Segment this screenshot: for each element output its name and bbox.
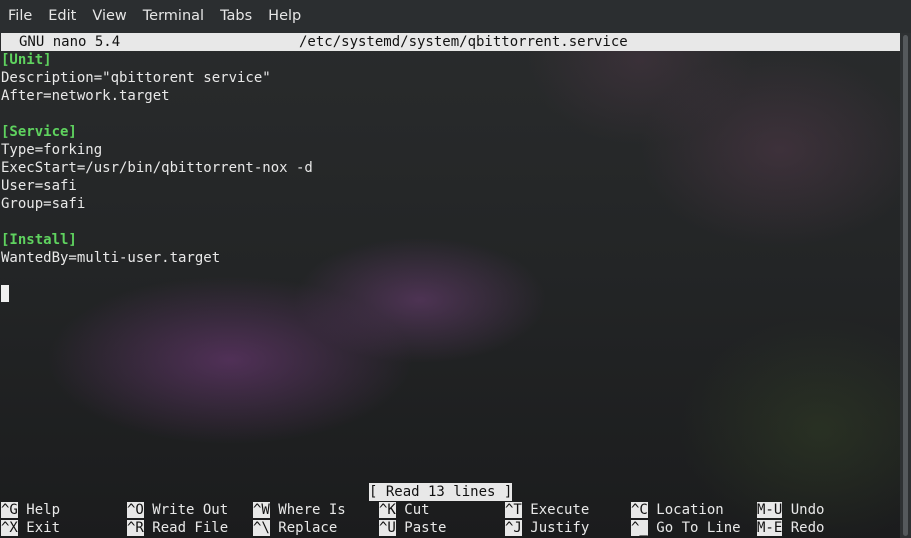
shortcut-key: ^\ bbox=[253, 520, 270, 536]
shortcut-label: Where Is bbox=[269, 502, 346, 518]
shortcut-key: ^U bbox=[379, 520, 396, 536]
menu-file[interactable]: File bbox=[0, 0, 40, 33]
shortcut-item[interactable]: ^X Exit bbox=[1, 519, 60, 537]
shortcut-item[interactable]: ^R Read File bbox=[127, 519, 228, 537]
shortcut-key: ^J bbox=[505, 520, 522, 536]
menu-terminal[interactable]: Terminal bbox=[135, 0, 212, 33]
shortcut-item[interactable]: ^U Paste bbox=[379, 519, 446, 537]
shortcut-label: Read File bbox=[143, 520, 229, 536]
text-cursor bbox=[1, 285, 9, 302]
shortcut-key: M-U bbox=[757, 502, 783, 518]
menubar: File Edit View Terminal Tabs Help bbox=[0, 0, 911, 33]
shortcut-key: ^X bbox=[1, 520, 18, 536]
menu-edit[interactable]: Edit bbox=[40, 0, 84, 33]
shortcut-label: Write Out bbox=[143, 502, 229, 518]
shortcut-item[interactable]: ^O Write Out bbox=[127, 501, 228, 519]
section-header-line: [Service] bbox=[1, 124, 77, 140]
shortcut-label: Justify bbox=[521, 520, 590, 536]
file-path: /etc/systemd/system/qbittorrent.service bbox=[299, 34, 628, 50]
text-line: Group=safi bbox=[1, 196, 86, 212]
shortcut-item[interactable]: ^K Cut bbox=[379, 501, 430, 519]
shortcut-label: Undo bbox=[782, 502, 825, 518]
scrollbar-thumb[interactable] bbox=[903, 35, 908, 536]
shortcut-key: ^_ bbox=[631, 520, 648, 536]
shortcut-label: Replace bbox=[269, 520, 338, 536]
shortcut-label: Paste bbox=[395, 520, 447, 536]
text-line: After=network.target bbox=[1, 88, 170, 104]
shortcut-item[interactable]: ^W Where Is bbox=[253, 501, 346, 519]
shortcut-label: Exit bbox=[17, 520, 61, 536]
shortcut-key: M-E bbox=[757, 520, 783, 536]
shortcut-label: Location bbox=[647, 502, 724, 518]
shortcut-label: Redo bbox=[782, 520, 825, 536]
menu-tabs[interactable]: Tabs bbox=[212, 0, 260, 33]
shortcut-item[interactable]: M-U Undo bbox=[757, 501, 824, 519]
shortcut-key: ^K bbox=[379, 502, 396, 518]
shortcut-item[interactable]: ^\ Replace bbox=[253, 519, 337, 537]
nano-version: GNU nano 5.4 bbox=[19, 34, 121, 50]
section-header-line: [Unit] bbox=[1, 52, 52, 68]
text-line: Type=forking bbox=[1, 142, 103, 158]
text-line: Description="qbittorent service" bbox=[1, 70, 271, 86]
shortcut-label: Help bbox=[17, 502, 61, 518]
shortcut-key: ^G bbox=[1, 502, 18, 518]
shortcut-key: ^R bbox=[127, 520, 144, 536]
section-header-line: [Install] bbox=[1, 232, 77, 248]
shortcut-key: ^C bbox=[631, 502, 648, 518]
shortcut-item[interactable]: M-E Redo bbox=[757, 519, 824, 537]
shortcut-key: ^O bbox=[127, 502, 144, 518]
scrollbar[interactable] bbox=[900, 33, 911, 538]
menu-help[interactable]: Help bbox=[260, 0, 309, 33]
status-message: [ Read 13 lines ] bbox=[369, 483, 513, 501]
shortcut-key: ^W bbox=[253, 502, 270, 518]
menu-view[interactable]: View bbox=[84, 0, 134, 33]
shortcut-item[interactable]: ^G Help bbox=[1, 501, 60, 519]
shortcut-item[interactable]: ^C Location bbox=[631, 501, 724, 519]
text-line: User=safi bbox=[1, 178, 77, 194]
shortcut-key: ^T bbox=[505, 502, 522, 518]
shortcut-item[interactable]: ^T Execute bbox=[505, 501, 589, 519]
text-line: ExecStart=/usr/bin/qbittorrent-nox -d bbox=[1, 160, 313, 176]
terminal-area[interactable]: GNU nano 5.4 /etc/systemd/system/qbittor… bbox=[0, 33, 911, 538]
shortcut-label: Go To Line bbox=[647, 520, 741, 536]
nano-titlebar: GNU nano 5.4 /etc/systemd/system/qbittor… bbox=[1, 33, 900, 51]
shortcut-item[interactable]: ^_ Go To Line bbox=[631, 519, 741, 537]
shortcut-label: Cut bbox=[395, 502, 430, 518]
shortcut-label: Execute bbox=[521, 502, 590, 518]
shortcut-item[interactable]: ^J Justify bbox=[505, 519, 589, 537]
text-line: WantedBy=multi-user.target bbox=[1, 250, 221, 266]
